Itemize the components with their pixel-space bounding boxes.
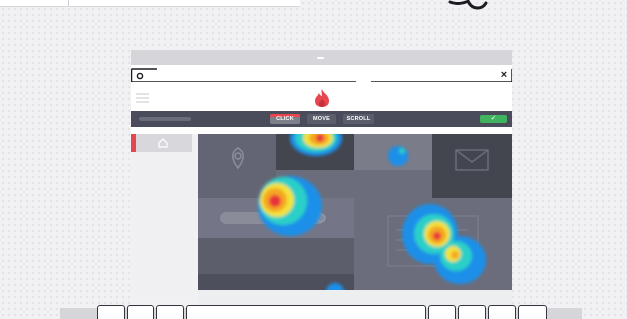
keyboard-key xyxy=(518,305,547,319)
circle-icon xyxy=(136,72,144,80)
flame-logo-icon xyxy=(315,89,329,107)
heatmap-hotspot xyxy=(388,146,408,166)
close-icon[interactable]: × xyxy=(499,68,509,82)
keyboard-key xyxy=(488,305,516,319)
toolbar-placeholder-bar xyxy=(139,117,191,121)
home-icon xyxy=(158,138,168,148)
keyboard-key xyxy=(97,305,125,319)
keyboard-key xyxy=(428,305,456,319)
title-bar-dash xyxy=(317,57,324,59)
scroll-mode-button[interactable]: SCROLL xyxy=(343,114,374,124)
heatmap-hotspot xyxy=(258,176,322,236)
sidebar-item-home[interactable] xyxy=(136,134,192,152)
page-wireframe xyxy=(198,134,512,290)
window-title-bar xyxy=(131,50,512,65)
checkmark-icon: ✓ xyxy=(490,115,497,122)
keyboard-spacebar xyxy=(186,305,426,319)
laptop-screen: × CLICK MOVE SCROLL ✓ xyxy=(131,50,512,308)
decorative-squiggle xyxy=(448,0,488,10)
click-mode-button[interactable]: CLICK xyxy=(270,114,300,124)
site-content xyxy=(131,134,512,308)
move-mode-button[interactable]: MOVE xyxy=(307,114,336,124)
toolbar: CLICK MOVE SCROLL ✓ xyxy=(131,111,512,127)
divider xyxy=(68,0,69,6)
hamburger-icon[interactable] xyxy=(131,92,155,106)
sidebar xyxy=(131,134,193,294)
confirm-button[interactable]: ✓ xyxy=(480,115,507,123)
keyboard-key xyxy=(458,305,486,319)
click-mode-label: CLICK xyxy=(276,116,294,122)
keyboard-key xyxy=(156,305,184,319)
heatmap-preview xyxy=(198,134,512,290)
address-bar[interactable] xyxy=(131,68,512,82)
previous-frame-strip xyxy=(0,0,300,7)
keyboard-key xyxy=(127,305,154,319)
